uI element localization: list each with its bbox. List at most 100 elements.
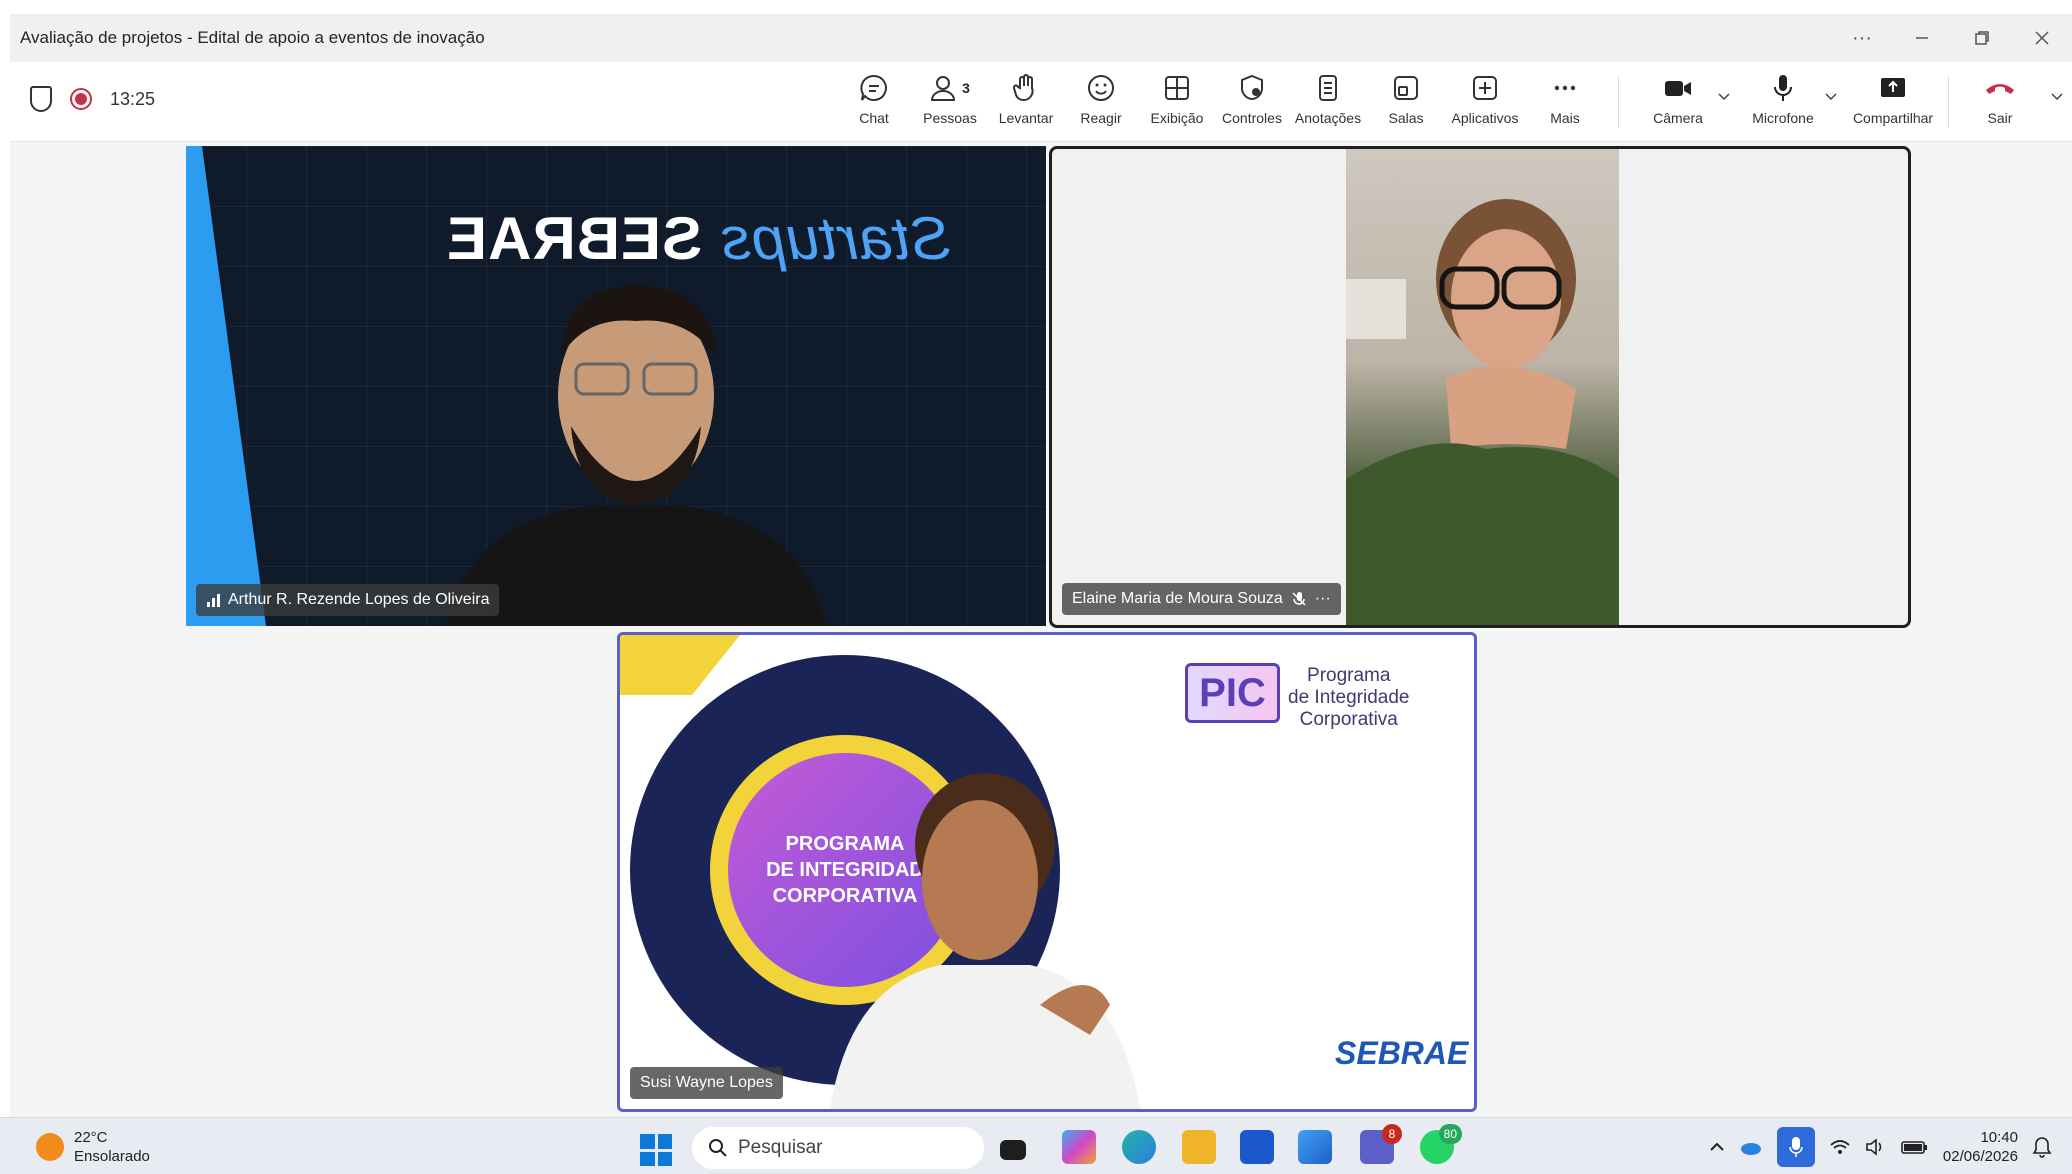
participant-name: Elaine Maria de Moura Souza [1072, 590, 1283, 607]
search-icon [709, 1139, 727, 1157]
notes-icon [1313, 70, 1343, 106]
ellipsis-icon [1550, 70, 1580, 106]
grid-view-icon [1162, 70, 1192, 106]
more-button[interactable]: Mais [1525, 70, 1605, 126]
people-label: Pessoas [923, 110, 977, 126]
controls-button[interactable]: Controles [1212, 70, 1292, 126]
teams-icon[interactable]: 8 [1360, 1124, 1402, 1164]
system-clock[interactable]: 10:40 02/06/2026 [1943, 1128, 2018, 1166]
participant-name-label: Arthur R. Rezende Lopes de Oliveira [196, 584, 500, 616]
rooms-button[interactable]: Salas [1366, 70, 1446, 126]
add-app-icon [1470, 70, 1500, 106]
apps-button[interactable]: Aplicativos [1445, 70, 1525, 126]
speaker-icon[interactable] [1865, 1138, 1887, 1156]
meeting-timer: 13:25 [110, 88, 156, 109]
participant-tile-susi[interactable]: PROGRAMA DE INTEGRIDAD CORPORATIVA PIC P… [617, 632, 1477, 1112]
camera-label: Câmera [1653, 110, 1703, 126]
notes-button[interactable]: Anotações [1288, 70, 1368, 126]
apps-label: Aplicativos [1451, 110, 1519, 126]
participant-name-label: Susi Wayne Lopes [630, 1067, 783, 1099]
leave-button[interactable]: Sair [1960, 70, 2040, 126]
close-icon[interactable] [2012, 14, 2072, 62]
controls-label: Controles [1222, 110, 1282, 126]
react-label: Reagir [1080, 110, 1122, 126]
view-label: Exibição [1150, 110, 1204, 126]
pic-text-line-3: Corporativa [1299, 709, 1398, 730]
notes-label: Anotações [1294, 110, 1362, 126]
microphone-options-chevron-icon[interactable] [1824, 90, 1838, 104]
participant-tile-arthur[interactable]: Startups SEBRAE Arthur R. Rezende Lopes … [186, 146, 1046, 626]
react-button[interactable]: Reagir [1061, 70, 1141, 126]
chevron-up-icon[interactable] [1709, 1139, 1725, 1155]
battery-icon[interactable] [1901, 1138, 1929, 1156]
people-button[interactable]: 3 Pessoas [910, 70, 990, 126]
whatsapp-notification-badge: 80 [1438, 1124, 1462, 1144]
camera-options-chevron-icon[interactable] [1717, 90, 1731, 104]
microsoft-365-icon[interactable] [1062, 1130, 1096, 1164]
more-icon[interactable]: ··· [1832, 14, 1892, 62]
weather-text: 22°C Ensolarado [74, 1128, 150, 1166]
muted-microphone-icon [1292, 592, 1306, 606]
meeting-info: 13:25 [30, 86, 155, 112]
chat-button[interactable]: Chat [834, 70, 914, 126]
sun-icon [36, 1133, 64, 1161]
people-icon: 3 [930, 70, 970, 106]
shield-gear-icon [1237, 70, 1267, 106]
restore-icon[interactable] [1952, 14, 2012, 62]
pic-logo: PIC [1185, 663, 1280, 723]
pic-text-line-2: de Integridade [1288, 687, 1410, 708]
view-button[interactable]: Exibição [1137, 70, 1217, 126]
person-silhouette [830, 773, 1140, 1109]
minimize-icon[interactable] [1892, 14, 1952, 62]
participant-name: Arthur R. Rezende Lopes de Oliveira [228, 591, 490, 608]
raise-hand-button[interactable]: Levantar [986, 70, 1066, 126]
weather-widget[interactable]: 22°C Ensolarado [36, 1128, 150, 1166]
window-title: Avaliação de projetos - Edital de apoio … [20, 28, 485, 47]
notification-bell-icon[interactable] [2032, 1136, 2052, 1158]
microphone-label: Microfone [1752, 110, 1814, 126]
participant-name-label: Elaine Maria de Moura Souza ··· [1062, 583, 1341, 615]
rooms-label: Salas [1388, 110, 1424, 126]
task-view-icon[interactable] [1000, 1140, 1026, 1160]
participant-name: Susi Wayne Lopes [640, 1074, 773, 1091]
camera-icon [1663, 70, 1693, 106]
shield-icon[interactable] [30, 86, 52, 112]
people-count: 3 [962, 80, 970, 96]
chat-label: Chat [859, 110, 889, 126]
edge-browser-icon[interactable] [1122, 1130, 1156, 1164]
rooms-icon [1391, 70, 1421, 106]
raise-hand-label: Levantar [998, 110, 1054, 126]
share-icon [1878, 70, 1908, 106]
outlook-icon[interactable] [1298, 1130, 1332, 1164]
weather-condition: Ensolarado [74, 1148, 150, 1165]
background-yellow-accent [620, 635, 740, 695]
microphone-button[interactable]: Microfone [1743, 70, 1823, 126]
signal-bars-icon [207, 594, 220, 607]
sebrae-logo: SEBRAE [1335, 1035, 1469, 1071]
pic-text-line-1: Programa [1307, 665, 1391, 686]
toolbar-divider [1618, 76, 1619, 128]
chat-icon [859, 70, 889, 106]
participant-more-options[interactable]: ··· [1315, 590, 1331, 608]
store-icon[interactable] [1240, 1130, 1274, 1164]
recording-icon[interactable] [70, 88, 92, 110]
microphone-in-use-icon[interactable] [1776, 1127, 1815, 1167]
leave-options-chevron-icon[interactable] [2050, 90, 2064, 104]
wifi-icon[interactable] [1829, 1138, 1851, 1156]
smiley-icon [1086, 70, 1116, 106]
file-explorer-icon[interactable] [1182, 1130, 1216, 1164]
search-placeholder: Pesquisar [738, 1137, 823, 1158]
windows-start-icon[interactable] [640, 1134, 672, 1166]
participant-video [1346, 149, 1619, 625]
person-silhouette [1346, 199, 1619, 625]
onedrive-icon[interactable] [1739, 1139, 1763, 1155]
participant-tile-elaine[interactable]: Elaine Maria de Moura Souza ··· [1049, 146, 1911, 628]
windows-taskbar: 22°C Ensolarado Pesquisar 8 80 10:40 02/… [0, 1117, 2072, 1174]
camera-button[interactable]: Câmera [1638, 70, 1718, 126]
clock-date: 02/06/2026 [1942, 1148, 2018, 1165]
whatsapp-icon[interactable]: 80 [1420, 1124, 1462, 1164]
weather-temperature: 22°C [74, 1129, 108, 1146]
share-button[interactable]: Compartilhar [1853, 70, 1933, 126]
toolbar-divider [1948, 76, 1949, 128]
taskbar-search[interactable]: Pesquisar [692, 1127, 984, 1169]
